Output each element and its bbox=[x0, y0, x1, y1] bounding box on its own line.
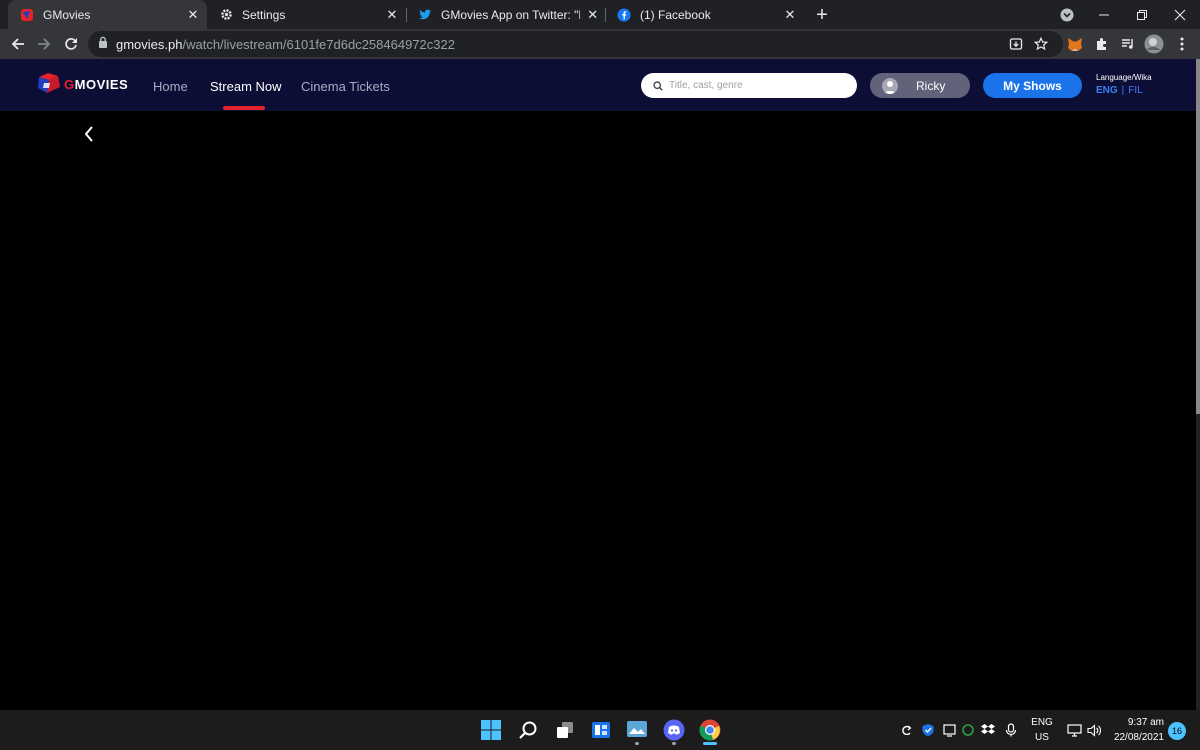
browser-toolbar: gmovies.ph/watch/livestream/6101fe7d6dc2… bbox=[0, 29, 1200, 59]
user-avatar-icon bbox=[882, 77, 898, 94]
input-region[interactable]: US bbox=[1030, 732, 1054, 743]
tab-gmovies[interactable]: GMovies ✕ bbox=[8, 0, 207, 29]
install-app-icon[interactable] bbox=[1008, 36, 1024, 52]
tab-facebook[interactable]: (1) Facebook ✕ bbox=[605, 0, 804, 29]
dropbox-icon[interactable] bbox=[980, 722, 996, 738]
tab-title: GMovies bbox=[43, 7, 91, 22]
back-arrow-icon[interactable] bbox=[6, 32, 30, 56]
tab-settings[interactable]: Settings ✕ bbox=[207, 0, 406, 29]
chrome-taskbar-icon[interactable] bbox=[695, 715, 725, 745]
address-bar[interactable]: gmovies.ph/watch/livestream/6101fe7d6dc2… bbox=[88, 31, 1063, 57]
language-separator: | bbox=[1121, 85, 1125, 96]
user-name: Ricky bbox=[916, 78, 946, 93]
extensions-puzzle-icon[interactable] bbox=[1092, 34, 1112, 54]
metamask-fox-icon[interactable] bbox=[1065, 34, 1085, 54]
clock-date[interactable]: 22/08/2021 bbox=[1112, 732, 1164, 743]
url-path: /watch/livestream/6101fe7d6dc258464972c3… bbox=[182, 36, 455, 52]
clock-time[interactable]: 9:37 am bbox=[1112, 717, 1164, 728]
gear-icon bbox=[219, 8, 233, 22]
logo-wordmark: GMOVIES bbox=[64, 76, 129, 92]
restore-icon[interactable] bbox=[1123, 0, 1161, 29]
search-input[interactable] bbox=[669, 80, 849, 91]
nav-stream-now[interactable]: Stream Now bbox=[210, 79, 282, 94]
microphone-icon[interactable] bbox=[1003, 722, 1019, 738]
search-box[interactable] bbox=[641, 73, 857, 98]
minimize-icon[interactable] bbox=[1085, 0, 1123, 29]
facebook-icon bbox=[617, 7, 631, 22]
photos-app-icon[interactable] bbox=[622, 715, 652, 745]
language-option-fil[interactable]: FIL bbox=[1128, 85, 1142, 96]
windows-taskbar: ENG US 9:37 am 22/08/2021 bbox=[0, 710, 1200, 750]
nav-home[interactable]: Home bbox=[153, 79, 188, 94]
taskbar-search-icon[interactable] bbox=[513, 715, 543, 745]
my-shows-button[interactable]: My Shows bbox=[983, 73, 1082, 98]
running-indicator bbox=[672, 742, 676, 745]
close-tab-icon[interactable]: ✕ bbox=[185, 7, 201, 23]
input-language[interactable]: ENG bbox=[1030, 717, 1054, 728]
active-nav-indicator bbox=[223, 106, 265, 110]
reload-icon[interactable] bbox=[59, 32, 83, 56]
new-tab-button[interactable]: + bbox=[810, 3, 834, 27]
chrome-menu-icon[interactable] bbox=[1172, 34, 1192, 54]
close-window-icon[interactable] bbox=[1161, 0, 1199, 29]
media-queue-icon[interactable] bbox=[1118, 34, 1138, 54]
language-option-eng[interactable]: ENG bbox=[1096, 85, 1118, 96]
tab-title: GMovies App on Twitter: "Red Co bbox=[441, 7, 580, 22]
display-icon[interactable] bbox=[941, 722, 957, 738]
tab-search-icon[interactable] bbox=[1048, 0, 1086, 29]
gmovies-favicon bbox=[20, 8, 34, 22]
close-tab-icon[interactable]: ✕ bbox=[586, 7, 599, 23]
network-icon[interactable] bbox=[1066, 722, 1082, 738]
site-header: GMOVIES Home Stream Now Cinema Tickets R… bbox=[0, 59, 1196, 111]
gmovies-logo-mark bbox=[38, 73, 60, 93]
status-circle-icon[interactable] bbox=[960, 722, 976, 738]
close-tab-icon[interactable]: ✕ bbox=[782, 7, 798, 23]
start-windows-icon[interactable] bbox=[476, 715, 506, 745]
url-host: gmovies.ph bbox=[116, 36, 183, 52]
browser-tabstrip: GMovies ✕ Settings ✕ GMovies App on Twit… bbox=[0, 0, 1200, 29]
running-indicator bbox=[635, 742, 639, 745]
twitter-icon bbox=[418, 8, 432, 22]
discord-icon[interactable] bbox=[659, 715, 689, 745]
language-switcher: ENG | FIL bbox=[1096, 85, 1143, 96]
security-shield-icon[interactable] bbox=[920, 722, 936, 738]
nav-cinema-tickets[interactable]: Cinema Tickets bbox=[301, 79, 390, 94]
show-hidden-icons-chevron[interactable] bbox=[899, 722, 915, 738]
widgets-icon[interactable] bbox=[586, 715, 616, 745]
livestream-player[interactable] bbox=[0, 111, 1196, 710]
gmovies-logo[interactable]: GMOVIES bbox=[36, 71, 128, 97]
search-icon bbox=[653, 80, 663, 91]
active-app-indicator bbox=[703, 742, 717, 745]
page-scrollbar[interactable] bbox=[1196, 59, 1200, 710]
back-chevron-icon[interactable] bbox=[80, 125, 98, 143]
task-view-icon[interactable] bbox=[550, 715, 580, 745]
notification-count-badge[interactable]: 16 bbox=[1168, 722, 1186, 740]
tab-title: Settings bbox=[242, 7, 286, 22]
bookmark-star-icon[interactable] bbox=[1033, 36, 1049, 52]
volume-icon[interactable] bbox=[1086, 722, 1102, 738]
language-label: Language/Wika bbox=[1096, 73, 1152, 82]
profile-avatar[interactable] bbox=[1144, 34, 1164, 54]
close-tab-icon[interactable]: ✕ bbox=[384, 7, 400, 23]
tab-twitter[interactable]: GMovies App on Twitter: "Red Co ✕ bbox=[406, 0, 605, 29]
scrollbar-thumb[interactable] bbox=[1196, 59, 1200, 414]
screen: GMovies ✕ Settings ✕ GMovies App on Twit… bbox=[0, 0, 1200, 750]
lock-icon bbox=[98, 35, 108, 53]
tab-title: (1) Facebook bbox=[640, 7, 711, 22]
forward-arrow-icon[interactable] bbox=[32, 32, 56, 56]
user-menu-button[interactable]: Ricky bbox=[870, 73, 970, 98]
